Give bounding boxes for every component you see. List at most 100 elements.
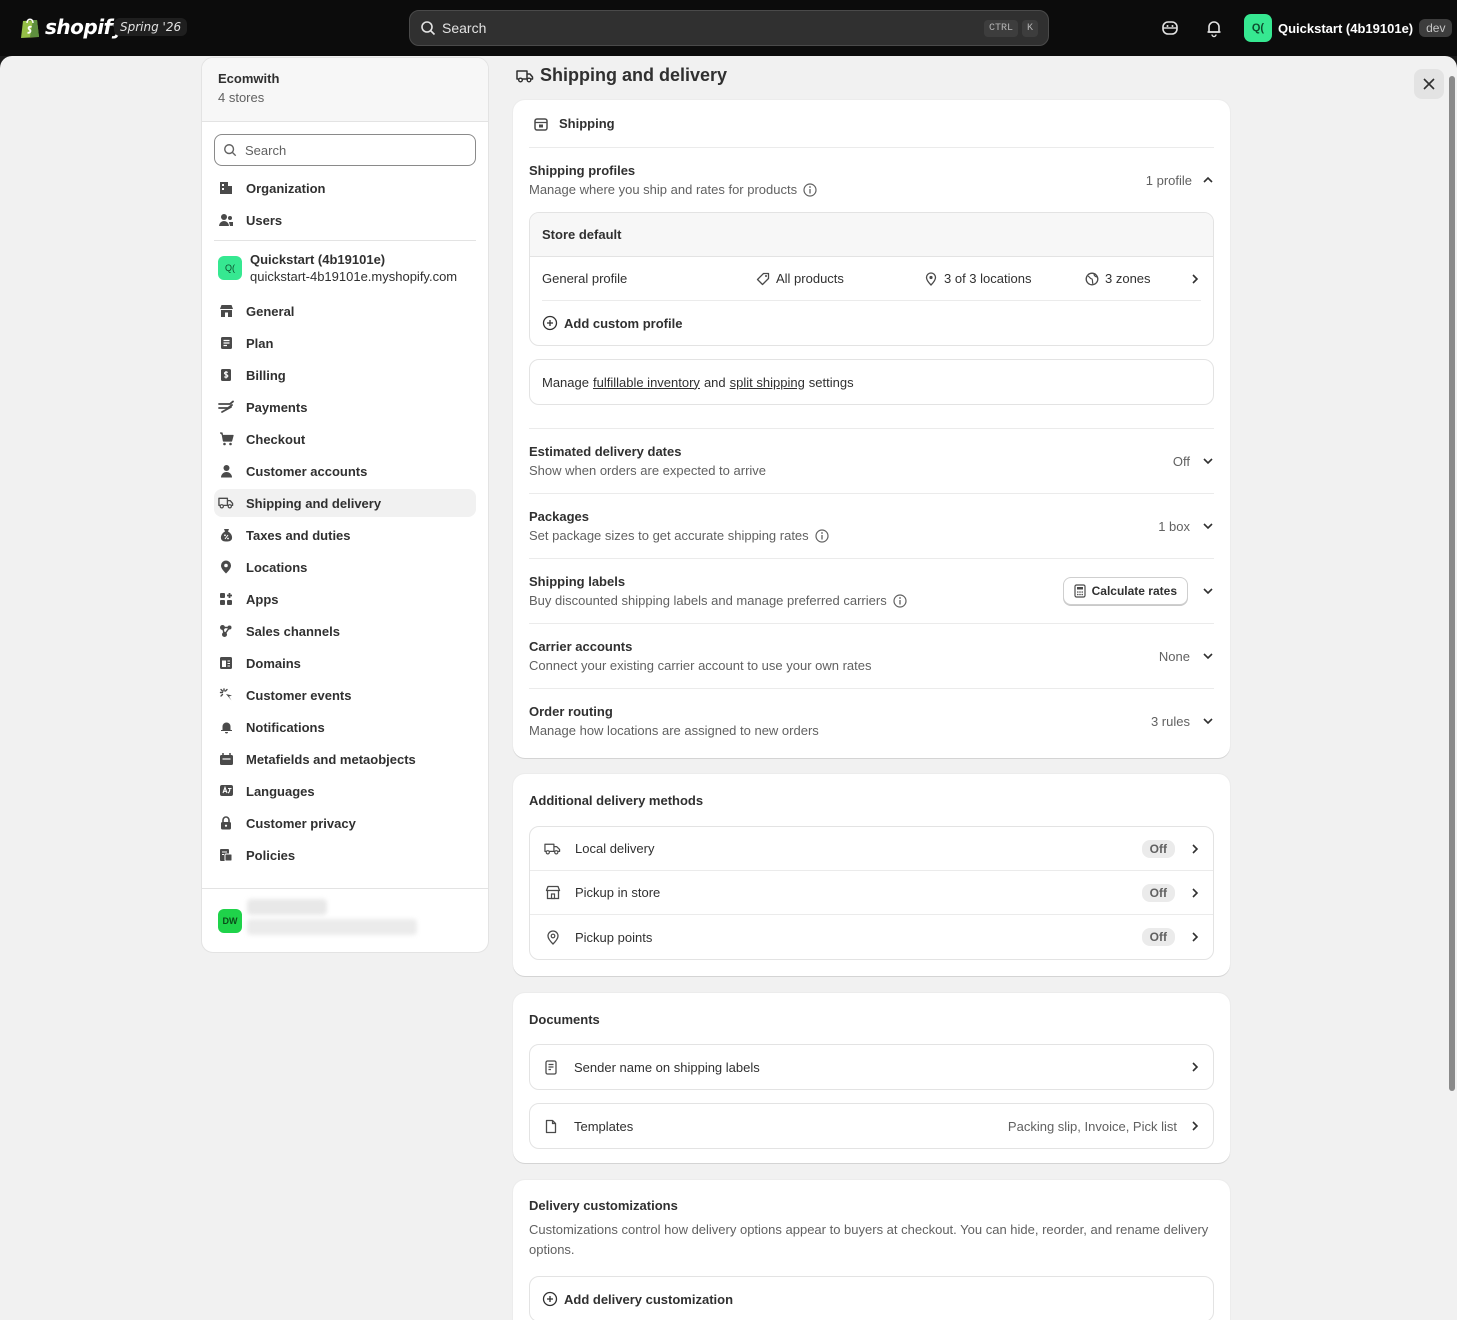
carrier-accounts-row[interactable]: Carrier accounts Connect your existing ca… bbox=[513, 624, 1230, 688]
sidebar-item-users[interactable]: Users bbox=[214, 206, 476, 234]
close-button[interactable] bbox=[1414, 69, 1444, 99]
sidebar-item-domains[interactable]: Domains bbox=[214, 649, 476, 677]
calculate-rates-label: Calculate rates bbox=[1091, 584, 1177, 598]
split-shipping-link[interactable]: split shipping bbox=[730, 375, 805, 390]
chevron-down-icon[interactable] bbox=[1202, 715, 1214, 727]
estimated-delivery-dates-row[interactable]: Estimated delivery dates Show when orders… bbox=[513, 429, 1230, 493]
shipping-profiles-subtitle-wrap: Manage where you ship and rates for prod… bbox=[529, 182, 817, 197]
general-profile-row[interactable]: General profile All products 3 of 3 loca… bbox=[542, 257, 1201, 301]
chevron-right-icon[interactable] bbox=[1189, 843, 1201, 855]
pickup-points-row[interactable]: Pickup points Off bbox=[530, 915, 1213, 959]
user-footer[interactable]: DW bbox=[202, 888, 488, 952]
fulfillable-inventory-link[interactable]: fulfillable inventory bbox=[593, 375, 700, 390]
org-store-count: 4 stores bbox=[218, 90, 265, 105]
order-routing-row[interactable]: Order routing Manage how locations are as… bbox=[513, 689, 1230, 753]
documents-title: Documents bbox=[529, 1012, 600, 1027]
shipping-profiles-row[interactable]: Shipping profiles Manage where you ship … bbox=[513, 148, 1230, 212]
location-icon bbox=[924, 271, 938, 286]
calculate-rates-button[interactable]: Calculate rates bbox=[1062, 577, 1188, 605]
chevron-down-icon[interactable] bbox=[1202, 585, 1214, 597]
channels-icon bbox=[218, 623, 234, 639]
chevron-down-icon[interactable] bbox=[1202, 520, 1214, 532]
current-store[interactable]: Q( Quickstart (4b19101e) quickstart-4b19… bbox=[214, 251, 476, 285]
brand-name: shopify bbox=[45, 15, 125, 39]
sidebar-item-languages[interactable]: Languages bbox=[214, 777, 476, 805]
settings-panel: Ecomwith 4 stores Search Organization Us… bbox=[0, 56, 1457, 1320]
chevron-right-icon[interactable] bbox=[1189, 1061, 1201, 1073]
info-icon[interactable] bbox=[815, 528, 829, 543]
sidebar-item-label: Plan bbox=[246, 335, 274, 351]
shortcut-ctrl: CTRL bbox=[983, 19, 1018, 37]
shipping-labels-row[interactable]: Shipping labels Buy discounted shipping l… bbox=[513, 559, 1230, 623]
chevron-right-icon[interactable] bbox=[1189, 1120, 1201, 1132]
pickup-in-store-row[interactable]: Pickup in store Off bbox=[530, 871, 1213, 915]
shipping-labels-subtitle-wrap: Buy discounted shipping labels and manag… bbox=[529, 593, 907, 608]
info-icon[interactable] bbox=[803, 182, 817, 197]
sidebar-item-apps[interactable]: Apps bbox=[214, 585, 476, 613]
add-custom-profile-button[interactable]: Add custom profile bbox=[530, 301, 1213, 345]
manage-inventory-text: Manage fulfillable inventory and split s… bbox=[530, 360, 1213, 404]
search-icon bbox=[420, 20, 436, 36]
sidebar-item-organization[interactable]: Organization bbox=[214, 174, 476, 202]
sidekick-icon[interactable] bbox=[1160, 18, 1180, 38]
scrollbar[interactable] bbox=[1449, 76, 1455, 1091]
chevron-right-icon[interactable] bbox=[1189, 931, 1201, 943]
add-delivery-customization-button[interactable]: Add delivery customization bbox=[530, 1277, 1213, 1320]
chevron-right-icon[interactable] bbox=[1189, 273, 1201, 285]
store-switcher[interactable]: Q( Quickstart (4b19101e) dev bbox=[1244, 14, 1453, 42]
sidebar-item-checkout[interactable]: Checkout bbox=[214, 425, 476, 453]
sidebar-item-general[interactable]: General bbox=[214, 297, 476, 325]
settings-search-input[interactable]: Search bbox=[214, 134, 476, 166]
delivery-customizations-card: Delivery customizations Customizations c… bbox=[513, 1180, 1230, 1320]
sidebar-item-customer-privacy[interactable]: Customer privacy bbox=[214, 809, 476, 837]
bell-icon bbox=[218, 719, 234, 735]
chevron-up-icon[interactable] bbox=[1202, 174, 1214, 186]
store-avatar: Q( bbox=[218, 256, 242, 280]
chevron-down-icon[interactable] bbox=[1202, 650, 1214, 662]
local-delivery-row[interactable]: Local delivery Off bbox=[530, 827, 1213, 871]
packages-title: Packages bbox=[529, 509, 589, 524]
sidebar-item-label: Metafields and metaobjects bbox=[246, 751, 416, 767]
sidebar-item-payments[interactable]: Payments bbox=[214, 393, 476, 421]
sidebar-item-customer-events[interactable]: Customer events bbox=[214, 681, 476, 709]
sidebar-item-policies[interactable]: Policies bbox=[214, 841, 476, 869]
truck-icon bbox=[516, 68, 534, 84]
estimated-delivery-dates-subtitle-wrap: Show when orders are expected to arrive bbox=[529, 463, 766, 478]
sender-name-row[interactable]: Sender name on shipping labels bbox=[530, 1045, 1213, 1089]
sidebar-item-locations[interactable]: Locations bbox=[214, 553, 476, 581]
sidebar-item-label: Shipping and delivery bbox=[246, 495, 382, 511]
organization-header[interactable]: Ecomwith 4 stores bbox=[202, 58, 488, 122]
additional-delivery-title: Additional delivery methods bbox=[529, 793, 704, 808]
local-delivery-label: Local delivery bbox=[575, 841, 655, 856]
templates-row[interactable]: Templates Packing slip, Invoice, Pick li… bbox=[530, 1104, 1213, 1148]
sidebar-item-shipping-and-delivery[interactable]: Shipping and delivery bbox=[214, 489, 476, 517]
templates-label: Templates bbox=[574, 1118, 634, 1134]
sidebar-item-metafields-and-metaobjects[interactable]: Metafields and metaobjects bbox=[214, 745, 476, 773]
store-default-header: Store default bbox=[530, 213, 1213, 257]
global-search[interactable]: Search CTRL K bbox=[409, 10, 1049, 46]
profile-count: 1 profile bbox=[1145, 172, 1192, 188]
chevron-right-icon[interactable] bbox=[1189, 887, 1201, 899]
events-icon bbox=[218, 687, 234, 703]
store-url: quickstart-4b19101e.myshopify.com bbox=[250, 269, 458, 284]
shipping-box-icon bbox=[533, 116, 549, 132]
packages-row[interactable]: Packages Set package sizes to get accurat… bbox=[513, 494, 1230, 558]
sidebar-item-billing[interactable]: Billing bbox=[214, 361, 476, 389]
sidebar-item-sales-channels[interactable]: Sales channels bbox=[214, 617, 476, 645]
info-icon[interactable] bbox=[893, 593, 907, 608]
sidebar-item-plan[interactable]: Plan bbox=[214, 329, 476, 357]
users-icon bbox=[218, 212, 234, 228]
chevron-down-icon[interactable] bbox=[1202, 455, 1214, 467]
sidebar-item-taxes-and-duties[interactable]: Taxes and duties bbox=[214, 521, 476, 549]
sidebar-item-notifications[interactable]: Notifications bbox=[214, 713, 476, 741]
top-bar: shopify Spring '26 Search CTRL K Q( Quic… bbox=[0, 0, 1457, 56]
manage-suffix: settings bbox=[808, 374, 854, 390]
edition-badge[interactable]: Spring '26 bbox=[114, 18, 188, 36]
sidebar-item-label: Payments bbox=[246, 399, 308, 415]
sidebar-item-customer-accounts[interactable]: Customer accounts bbox=[214, 457, 476, 485]
bell-icon[interactable] bbox=[1204, 18, 1224, 38]
order-routing-title: Order routing bbox=[529, 704, 613, 719]
location-icon bbox=[218, 559, 234, 575]
plan-icon bbox=[218, 335, 234, 351]
shopify-logo[interactable]: shopify bbox=[20, 15, 125, 39]
